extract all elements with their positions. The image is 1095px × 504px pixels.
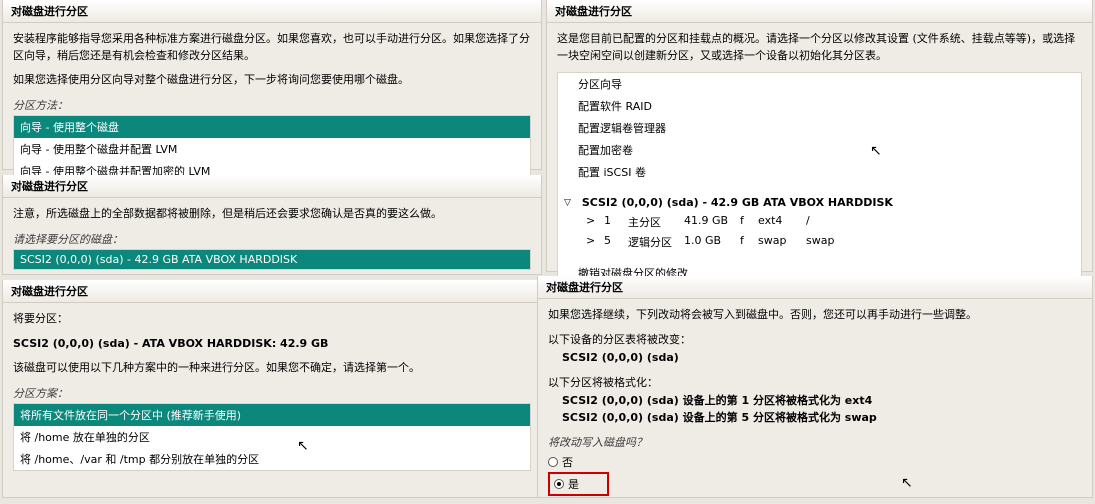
- radio-yes-label: 是: [568, 476, 579, 492]
- intro-text: 安装程序能够指导您采用各种标准方案进行磁盘分区。如果您喜欢，也可以手动进行分区。…: [13, 31, 531, 64]
- partition-row-5[interactable]: > 5 逻辑分区 1.0 GB f swap swap: [558, 232, 1081, 252]
- overview-tree: 分区向导 配置软件 RAID 配置逻辑卷管理器 配置加密卷 配置 iSCSI 卷…: [557, 72, 1082, 307]
- write-question: 将改动写入磁盘吗？: [548, 434, 1082, 450]
- disk-option-sda[interactable]: SCSI2 (0,0,0) (sda) - 42.9 GB ATA VBOX H…: [14, 250, 530, 269]
- select-disk-label: 请选择要分区的磁盘：: [13, 231, 531, 247]
- partition-method-panel: 对磁盘进行分区 安装程序能够指导您采用各种标准方案进行磁盘分区。如果您喜欢，也可…: [2, 0, 542, 170]
- method-label: 分区方法：: [13, 97, 531, 113]
- action-encrypt[interactable]: 配置加密卷: [572, 139, 1081, 161]
- partition-overview-panel: 对磁盘进行分区 这是您目前已配置的分区和挂载点的概况。请选择一个分区以修改其设置…: [546, 0, 1093, 272]
- scheme-option-home[interactable]: 将 /home 放在单独的分区: [14, 426, 530, 448]
- panel-title: 对磁盘进行分区: [3, 0, 541, 23]
- scheme-desc: 该磁盘可以使用以下几种方案中的一种来进行分区。如果您不确定，请选择第一个。: [13, 360, 531, 377]
- scheme-option-home-var-tmp[interactable]: 将 /home、/var 和 /tmp 都分别放在单独的分区: [14, 448, 530, 470]
- radio-no-row[interactable]: 否: [548, 452, 1082, 472]
- disk-list: SCSI2 (0,0,0) (sda) - 42.9 GB ATA VBOX H…: [13, 249, 531, 270]
- format-label: 以下分区将被格式化：: [548, 375, 1082, 392]
- format-line-2: SCSI2 (0,0,0) (sda) 设备上的第 5 分区将被格式化为 swa…: [548, 410, 1082, 427]
- scheme-label: 分区方案：: [13, 385, 531, 401]
- expander-icon[interactable]: ▽: [564, 198, 574, 208]
- scheme-disk: SCSI2 (0,0,0) (sda) - ATA VBOX HARDDISK:…: [13, 336, 531, 353]
- action-guided[interactable]: 分区向导: [572, 73, 1081, 95]
- warning-text: 注意，所选磁盘上的全部数据都将被删除，但是稍后还会要求您确认是否真的要这么做。: [13, 206, 531, 223]
- radio-yes[interactable]: [554, 479, 564, 489]
- radio-yes-highlight: 是: [548, 472, 609, 496]
- scheme-option-all-one[interactable]: 将所有文件放在同一个分区中 (推荐新手使用): [14, 404, 530, 426]
- overview-intro: 这是您目前已配置的分区和挂载点的概况。请选择一个分区以修改其设置 (文件系统、挂…: [557, 31, 1082, 64]
- method-option-whole-disk[interactable]: 向导 - 使用整个磁盘: [14, 116, 530, 138]
- confirm-write-panel: 对磁盘进行分区 如果您选择继续，下列改动将会被写入到磁盘中。否则，您还可以再手动…: [537, 276, 1093, 498]
- confirm-intro: 如果您选择继续，下列改动将会被写入到磁盘中。否则，您还可以再手动进行一些调整。: [548, 307, 1082, 324]
- action-raid[interactable]: 配置软件 RAID: [572, 95, 1081, 117]
- select-disk-panel: 对磁盘进行分区 注意，所选磁盘上的全部数据都将被删除，但是稍后还会要求您确认是否…: [2, 175, 542, 275]
- disk-header-sda[interactable]: ▽ SCSI2 (0,0,0) (sda) - 42.9 GB ATA VBOX…: [558, 193, 1081, 212]
- radio-no-label: 否: [562, 454, 573, 470]
- scheme-intro-label: 将要分区：: [13, 311, 531, 328]
- change-label: 以下设备的分区表将被改变：: [548, 332, 1082, 349]
- panel-title: 对磁盘进行分区: [3, 175, 541, 198]
- scheme-list: 将所有文件放在同一个分区中 (推荐新手使用) 将 /home 放在单独的分区 将…: [13, 403, 531, 471]
- partition-row-1[interactable]: > 1 主分区 41.9 GB f ext4 /: [558, 212, 1081, 232]
- format-line-1: SCSI2 (0,0,0) (sda) 设备上的第 1 分区将被格式化为 ext…: [548, 393, 1082, 410]
- action-iscsi[interactable]: 配置 iSCSI 卷: [572, 161, 1081, 183]
- action-lvm[interactable]: 配置逻辑卷管理器: [572, 117, 1081, 139]
- note-text: 如果您选择使用分区向导对整个磁盘进行分区，下一步将询问您要使用哪个磁盘。: [13, 72, 531, 89]
- radio-no[interactable]: [548, 457, 558, 467]
- partition-scheme-panel: 对磁盘进行分区 将要分区： SCSI2 (0,0,0) (sda) - ATA …: [2, 280, 542, 498]
- method-option-lvm[interactable]: 向导 - 使用整个磁盘并配置 LVM: [14, 138, 530, 160]
- panel-title: 对磁盘进行分区: [538, 276, 1092, 299]
- disk-header-label: SCSI2 (0,0,0) (sda) - 42.9 GB ATA VBOX H…: [582, 196, 893, 209]
- change-device: SCSI2 (0,0,0) (sda): [548, 350, 1082, 367]
- panel-title: 对磁盘进行分区: [3, 280, 541, 303]
- panel-title: 对磁盘进行分区: [547, 0, 1092, 23]
